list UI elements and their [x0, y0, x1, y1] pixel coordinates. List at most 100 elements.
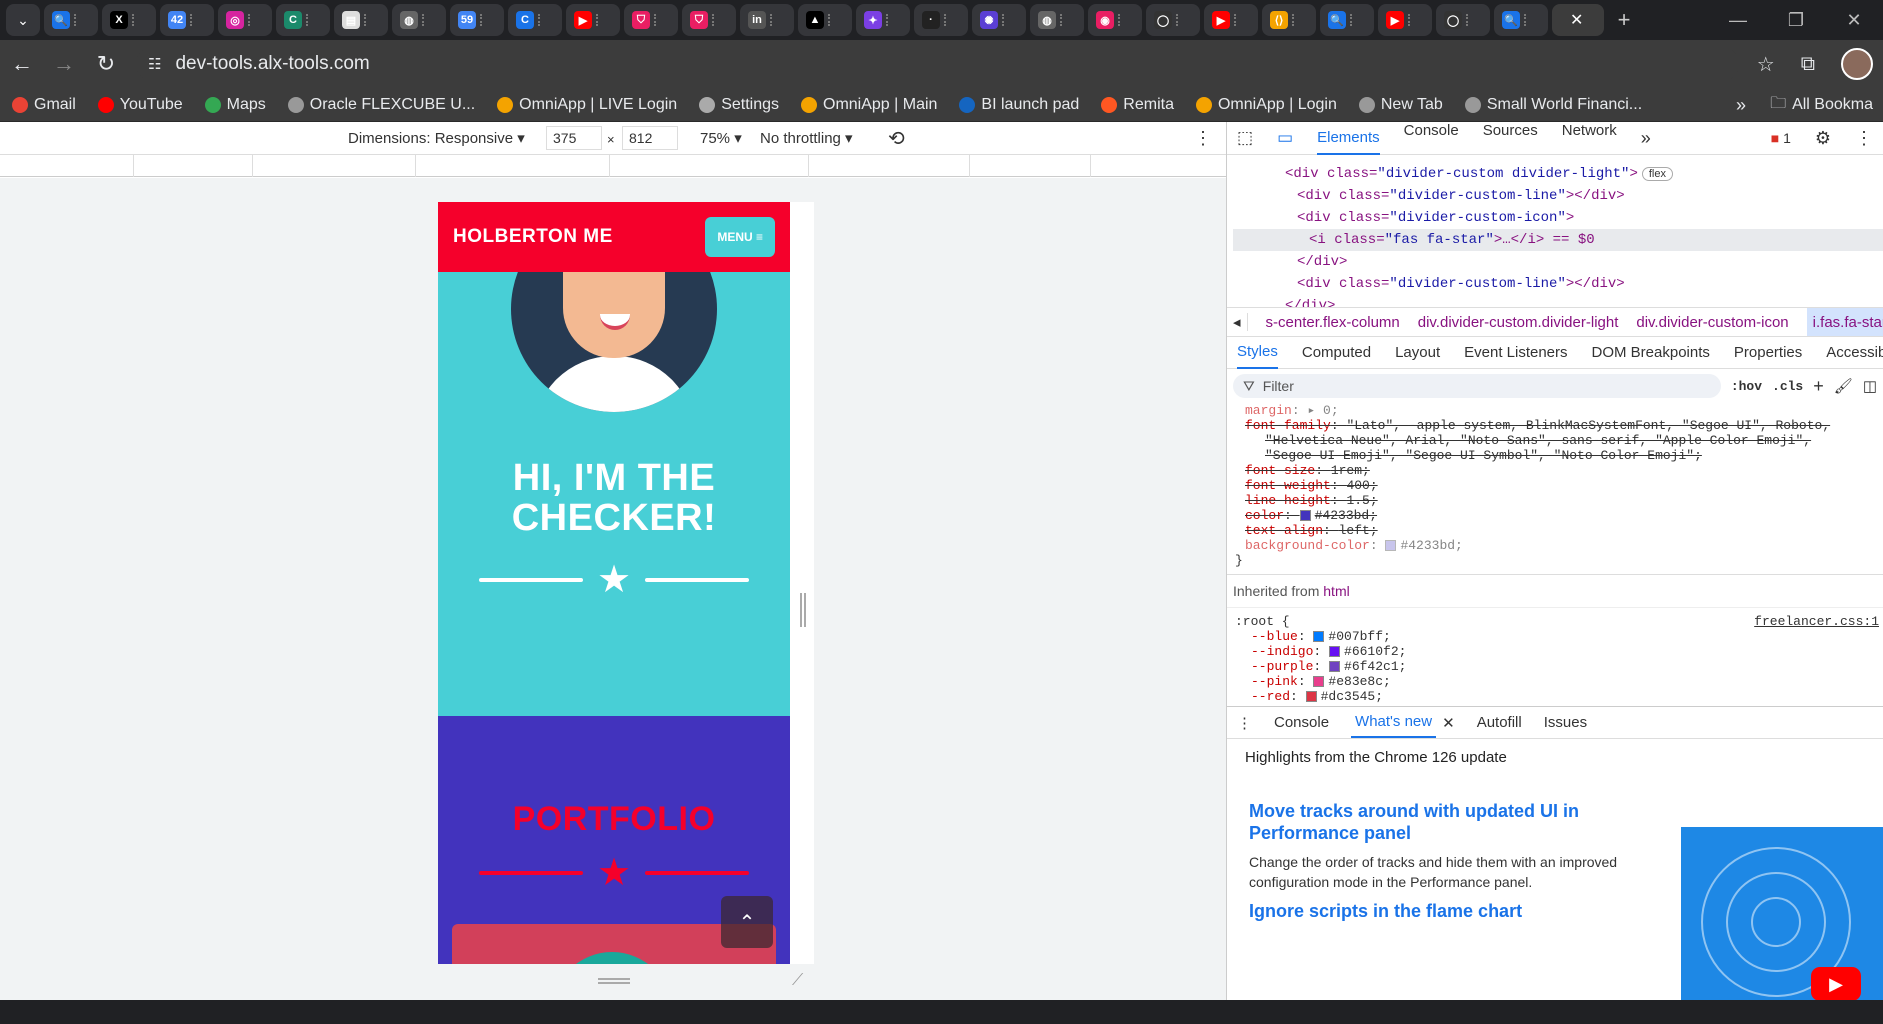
- resize-handle-bottom[interactable]: [598, 978, 630, 984]
- drawer-tab-console[interactable]: Console: [1274, 714, 1329, 731]
- height-input[interactable]: 812: [622, 126, 678, 150]
- subtab-layout[interactable]: Layout: [1395, 344, 1440, 361]
- browser-tab[interactable]: X: [102, 4, 156, 36]
- browser-tab[interactable]: 🔍: [44, 4, 98, 36]
- bookmark-item[interactable]: Oracle FLEXCUBE U...: [287, 96, 475, 114]
- css-declaration[interactable]: color: #4233bd;: [1235, 508, 1883, 523]
- color-swatch[interactable]: [1313, 631, 1325, 643]
- css-variable[interactable]: --indigo: #6610f2;: [1235, 644, 1883, 659]
- dom-node[interactable]: </div>: [1233, 295, 1883, 307]
- css-declaration[interactable]: line-height: 1.5;: [1235, 493, 1883, 508]
- cls-toggle[interactable]: .cls: [1772, 379, 1803, 394]
- bookmark-item[interactable]: Maps: [204, 96, 266, 114]
- color-swatch[interactable]: [1385, 540, 1397, 552]
- browser-tab[interactable]: ·: [914, 4, 968, 36]
- css-variable[interactable]: --red: #dc3545;: [1235, 689, 1883, 704]
- reload-icon[interactable]: ↻: [94, 51, 118, 77]
- css-declaration[interactable]: "Helvetica Neue", Arial, "Noto Sans", sa…: [1235, 433, 1883, 448]
- news-title[interactable]: Ignore scripts in the flame chart: [1249, 900, 1677, 922]
- css-declaration[interactable]: font-size: 1rem;: [1235, 463, 1883, 478]
- bookmark-item[interactable]: BI launch pad: [959, 96, 1079, 114]
- breadcrumb-item[interactable]: div.divider-custom-icon: [1636, 314, 1788, 331]
- close-icon[interactable]: ✕: [1570, 10, 1583, 30]
- color-swatch[interactable]: [1305, 691, 1317, 703]
- bookmark-item[interactable]: Gmail: [12, 96, 76, 114]
- browser-tab[interactable]: ✦: [856, 4, 910, 36]
- browser-tab[interactable]: ◍: [1030, 4, 1084, 36]
- css-declaration[interactable]: background-color: #4233bd;: [1235, 538, 1883, 553]
- breadcrumb-item[interactable]: div.divider-custom.divider-light: [1418, 314, 1619, 331]
- scroll-to-top-button[interactable]: ⌃: [721, 896, 773, 948]
- hov-toggle[interactable]: :hov: [1731, 379, 1762, 394]
- extensions-icon[interactable]: ⧉: [1801, 53, 1815, 76]
- all-bookmarks-button[interactable]: 🗀 All Bookma: [1770, 92, 1873, 119]
- css-declaration[interactable]: margin: ▸ 0;: [1235, 403, 1883, 418]
- browser-tab[interactable]: ◍: [392, 4, 446, 36]
- browser-tab[interactable]: ▶: [1204, 4, 1258, 36]
- bookmark-item[interactable]: New Tab: [1358, 96, 1443, 114]
- browser-tab[interactable]: ▶: [1378, 4, 1432, 36]
- breadcrumb-item[interactable]: i.fas.fa-star: [1806, 308, 1883, 336]
- filter-input[interactable]: ⛛ Filter: [1233, 374, 1721, 398]
- dom-node[interactable]: <div class="divider-custom-line"></div>: [1233, 273, 1883, 295]
- bookmark-item[interactable]: OmniApp | Main: [801, 96, 937, 114]
- drawer-tab-issues[interactable]: Issues: [1544, 714, 1587, 731]
- news-title[interactable]: Move tracks around with updated UI in Pe…: [1249, 800, 1677, 844]
- bookmark-item[interactable]: Settings: [699, 96, 779, 114]
- dom-node[interactable]: <div class="divider-custom-icon">: [1233, 207, 1883, 229]
- browser-tab[interactable]: ⛉: [682, 4, 736, 36]
- more-options-icon[interactable]: ⋮: [1194, 128, 1212, 149]
- settings-icon[interactable]: ⚙: [1815, 128, 1831, 149]
- subtab-event-listeners[interactable]: Event Listeners: [1464, 344, 1567, 361]
- subtab-dom-breakpoints[interactable]: DOM Breakpoints: [1592, 344, 1710, 361]
- bookmark-item[interactable]: Remita: [1101, 96, 1174, 114]
- throttle-dropdown[interactable]: No throttling ▾: [760, 129, 853, 147]
- forward-icon[interactable]: →: [52, 51, 76, 77]
- subtab-accessibi[interactable]: Accessibi: [1826, 344, 1883, 361]
- resize-handle-right[interactable]: [800, 593, 806, 627]
- root-source-link[interactable]: freelancer.css:1: [1754, 614, 1879, 629]
- menu-kebab-icon[interactable]: ⋮: [1855, 128, 1883, 149]
- breadcrumb-item[interactable]: s-center.flex-column: [1266, 314, 1400, 331]
- minimize-button[interactable]: —: [1709, 0, 1767, 40]
- tab-console[interactable]: Console: [1404, 122, 1459, 155]
- browser-tab[interactable]: 59: [450, 4, 504, 36]
- color-swatch[interactable]: [1313, 676, 1325, 688]
- site-info-icon[interactable]: ☷: [148, 55, 161, 73]
- more-bookmarks-icon[interactable]: »: [1736, 95, 1746, 116]
- tab-sources[interactable]: Sources: [1483, 122, 1538, 155]
- inherited-tag[interactable]: html: [1323, 583, 1349, 599]
- address-bar[interactable]: ☷ dev-tools.alx-tools.com: [136, 46, 1739, 82]
- avatar[interactable]: [1841, 48, 1873, 80]
- color-swatch[interactable]: [1329, 661, 1341, 673]
- close-icon[interactable]: ✕: [1442, 714, 1455, 732]
- drawer-tab-what-s-new[interactable]: What's new: [1351, 707, 1437, 738]
- browser-tab[interactable]: ◎: [218, 4, 272, 36]
- crumb-scroll-left-icon[interactable]: ◂: [1227, 313, 1248, 331]
- paint-icon[interactable]: 🖌: [1834, 377, 1853, 395]
- css-variable[interactable]: --blue: #007bff;: [1235, 629, 1883, 644]
- back-icon[interactable]: ←: [10, 51, 34, 77]
- browser-tab[interactable]: ▤: [334, 4, 388, 36]
- browser-tab[interactable]: ◯: [1436, 4, 1490, 36]
- browser-tab[interactable]: 🔍: [1494, 4, 1548, 36]
- css-declaration[interactable]: font-weight: 400;: [1235, 478, 1883, 493]
- css-declaration[interactable]: font-family: "Lato", -apple-system, Blin…: [1235, 418, 1883, 433]
- width-input[interactable]: 375: [546, 126, 602, 150]
- browser-tab[interactable]: ▲: [798, 4, 852, 36]
- new-tab-button[interactable]: +: [1608, 4, 1640, 36]
- browser-tab[interactable]: ▶: [566, 4, 620, 36]
- whats-new-video-thumbnail[interactable]: ▶: [1681, 827, 1883, 1000]
- css-declaration[interactable]: text-align: left;: [1235, 523, 1883, 538]
- css-variable[interactable]: --pink: #e83e8c;: [1235, 674, 1883, 689]
- drawer-menu-icon[interactable]: ⋮: [1237, 714, 1252, 732]
- error-badge[interactable]: ■ 1: [1771, 130, 1791, 146]
- bookmark-item[interactable]: YouTube: [97, 96, 183, 114]
- browser-tab[interactable]: ◯: [1146, 4, 1200, 36]
- drawer-tab-autofill[interactable]: Autofill: [1477, 714, 1522, 731]
- inspect-icon[interactable]: ⬚: [1237, 128, 1253, 148]
- flex-badge[interactable]: flex: [1641, 167, 1673, 181]
- dom-node[interactable]: <div class="divider-custom divider-light…: [1233, 163, 1883, 185]
- tab-active[interactable]: ✕: [1552, 4, 1604, 36]
- browser-tab[interactable]: ✺: [972, 4, 1026, 36]
